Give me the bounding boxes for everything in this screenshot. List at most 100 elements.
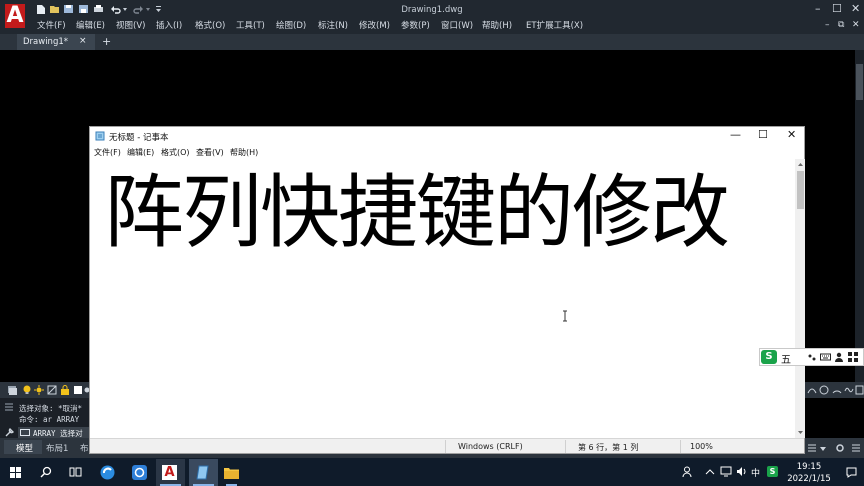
tab-layout1[interactable]: 布局1 bbox=[46, 442, 68, 454]
volume-icon[interactable] bbox=[736, 466, 748, 477]
viewport-scroll-thumb[interactable] bbox=[856, 64, 863, 100]
notepad-menu-file[interactable]: 文件(F) bbox=[94, 147, 121, 158]
spline-icon[interactable] bbox=[844, 385, 854, 395]
notepad-menu-format[interactable]: 格式(O) bbox=[161, 147, 190, 158]
hatch-icon[interactable] bbox=[855, 385, 864, 395]
status-encoding: Windows (CRLF) bbox=[458, 442, 523, 451]
menu-modify[interactable]: 修改(M) bbox=[359, 20, 390, 32]
cad-maximize-button[interactable]: ☐ bbox=[832, 3, 842, 15]
ime-keyboard-icon[interactable] bbox=[820, 352, 831, 362]
tab-layout2[interactable]: 布 bbox=[80, 442, 89, 454]
tab-close-icon[interactable]: × bbox=[79, 36, 87, 46]
layer-freeze-icon[interactable] bbox=[47, 385, 57, 395]
lock-icon[interactable] bbox=[60, 385, 70, 395]
sogou-logo-icon[interactable]: S bbox=[761, 350, 777, 364]
notification-center-icon[interactable] bbox=[846, 467, 857, 478]
autocad-logo[interactable]: A bbox=[5, 4, 25, 28]
status-separator bbox=[680, 440, 681, 453]
layer-manager-icon[interactable] bbox=[7, 385, 18, 395]
menu-edit[interactable]: 编辑(E) bbox=[76, 20, 105, 32]
autocad-taskbar-button[interactable]: A bbox=[156, 459, 185, 486]
input-language-indicator[interactable]: 中 bbox=[751, 466, 760, 479]
add-tab-icon[interactable]: + bbox=[102, 35, 111, 48]
ime-mode-wubi[interactable]: 五 bbox=[781, 351, 791, 366]
command-wrench-icon[interactable] bbox=[4, 427, 14, 437]
doc-close-button[interactable]: ✕ bbox=[852, 20, 860, 30]
app-360-icon[interactable] bbox=[132, 465, 147, 480]
ime-halfwidth-moon-icon[interactable] bbox=[795, 352, 804, 362]
command-history-line-2: 命令: ar ARRAY bbox=[19, 415, 80, 424]
windows-taskbar bbox=[0, 458, 864, 486]
cad-draw-toolbar bbox=[805, 382, 864, 398]
notepad-content: 阵列快捷键的修改 bbox=[104, 166, 730, 259]
tab-model[interactable]: 模型 bbox=[4, 440, 42, 454]
file-explorer-icon[interactable] bbox=[224, 466, 239, 479]
sun-icon[interactable] bbox=[34, 385, 44, 395]
windows-start-icon[interactable] bbox=[10, 467, 21, 478]
status-bar-tools bbox=[805, 440, 864, 456]
status-zoom: 100% bbox=[690, 442, 713, 451]
notepad-maximize-button[interactable]: ☐ bbox=[758, 129, 768, 141]
scroll-down-icon[interactable] bbox=[797, 430, 804, 436]
notepad-window: 无标题 - 记事本 — ☐ ✕ 文件(F) 编辑(E) 格式(O) 查看(V) … bbox=[89, 126, 805, 454]
notepad-taskbar-icon bbox=[196, 465, 211, 480]
menu-format[interactable]: 格式(O) bbox=[195, 20, 225, 32]
menu-tools[interactable]: 工具(T) bbox=[236, 20, 265, 32]
notepad-menu-view[interactable]: 查看(V) bbox=[196, 147, 224, 158]
notepad-scroll-thumb[interactable] bbox=[797, 171, 804, 209]
cad-close-button[interactable]: ✕ bbox=[851, 3, 860, 15]
arc-icon[interactable] bbox=[832, 385, 842, 395]
status-menu-icon[interactable] bbox=[851, 443, 861, 453]
menu-file[interactable]: 文件(F) bbox=[37, 20, 66, 32]
network-icon[interactable] bbox=[720, 466, 732, 477]
search-icon[interactable] bbox=[40, 466, 52, 478]
menu-window[interactable]: 窗口(W) bbox=[441, 20, 473, 32]
command-prompt-icon bbox=[20, 429, 30, 436]
sogou-tray-icon[interactable]: S bbox=[767, 466, 778, 477]
notepad-menu-help[interactable]: 帮助(H) bbox=[230, 147, 258, 158]
menu-view[interactable]: 视图(V) bbox=[116, 20, 145, 32]
drawing-tab-label: Drawing1* bbox=[23, 37, 69, 47]
clock-date[interactable]: 2022/1/15 bbox=[786, 474, 832, 484]
menu-dimension[interactable]: 标注(N) bbox=[318, 20, 348, 32]
doc-restore-button[interactable]: ⧉ bbox=[838, 20, 844, 30]
menu-express-tools[interactable]: ET扩展工具(X) bbox=[526, 20, 583, 32]
command-grip-icon[interactable] bbox=[4, 402, 14, 414]
menu-help[interactable]: 帮助(H) bbox=[482, 20, 512, 32]
polyline-icon[interactable] bbox=[807, 385, 817, 395]
task-view-icon[interactable] bbox=[69, 466, 82, 478]
ime-punctuation-icon[interactable] bbox=[807, 352, 817, 362]
circle-icon[interactable] bbox=[819, 385, 829, 395]
drawing-tab[interactable]: Drawing1* × bbox=[17, 34, 95, 50]
workspace-gear-icon[interactable] bbox=[835, 443, 845, 453]
notepad-title: 无标题 - 记事本 bbox=[109, 133, 169, 143]
autocad-taskbar-icon: A bbox=[162, 465, 177, 480]
layer-color-icon[interactable] bbox=[73, 385, 83, 395]
bulb-on-icon[interactable] bbox=[22, 385, 32, 395]
edge-browser-icon[interactable] bbox=[100, 465, 115, 480]
menu-parameters[interactable]: 参数(P) bbox=[401, 20, 430, 32]
cad-minimize-button[interactable]: – bbox=[815, 3, 821, 15]
notepad-taskbar-button[interactable] bbox=[189, 459, 218, 486]
notepad-close-button[interactable]: ✕ bbox=[787, 129, 796, 141]
status-separator bbox=[565, 440, 566, 453]
menu-draw[interactable]: 绘图(D) bbox=[276, 20, 306, 32]
tab-model-label: 模型 bbox=[16, 444, 34, 454]
command-history-line-1: 选择对象: *取消* bbox=[19, 404, 83, 413]
doc-minimize-button[interactable]: – bbox=[825, 20, 830, 30]
people-icon[interactable] bbox=[682, 466, 694, 478]
notepad-title-bar: 无标题 - 记事本 — ☐ ✕ bbox=[90, 127, 804, 145]
menu-insert[interactable]: 插入(I) bbox=[156, 20, 182, 32]
ime-toolbox-icon[interactable] bbox=[848, 352, 858, 362]
ime-user-icon[interactable] bbox=[834, 352, 844, 362]
viewport-scrollbar[interactable] bbox=[855, 50, 864, 386]
command-input[interactable]: ARRAY 选择对 bbox=[18, 427, 90, 438]
status-dropdown-icon[interactable] bbox=[819, 443, 827, 453]
clock-time[interactable]: 19:15 bbox=[792, 462, 826, 472]
text-cursor-icon bbox=[562, 310, 568, 322]
notepad-menu-edit[interactable]: 编辑(E) bbox=[127, 147, 154, 158]
show-hidden-icons-chevron[interactable] bbox=[705, 467, 715, 477]
scroll-up-icon[interactable] bbox=[797, 161, 804, 167]
customize-status-icon[interactable] bbox=[807, 443, 817, 453]
notepad-minimize-button[interactable]: — bbox=[730, 129, 741, 141]
